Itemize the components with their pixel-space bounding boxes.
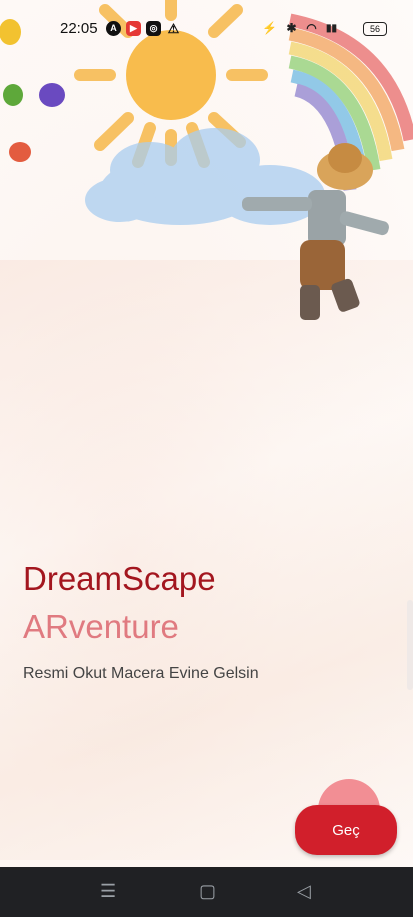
warning-icon: ⚠ bbox=[167, 21, 180, 36]
app-title-line1: DreamScape bbox=[23, 560, 216, 597]
bluetooth-icon: ✱ bbox=[286, 21, 297, 35]
battery-indicator: 56 bbox=[363, 22, 387, 36]
video-icon: ▶ bbox=[126, 21, 141, 36]
a-icon: A bbox=[106, 21, 121, 36]
back-icon[interactable]: ◁ bbox=[297, 881, 311, 902]
app-subtitle: Resmi Okut Macera Evine Gelsin bbox=[23, 665, 259, 682]
status-time: 22:05 bbox=[60, 20, 98, 37]
wifi-icon: ◠ bbox=[306, 21, 317, 35]
app-title-line2: ARventure bbox=[23, 608, 179, 645]
app-screen: 22:05 A ▶ ◎ ⚠ ⚡ ✱ ◠ ▮▮ 56 DreamScape ARv… bbox=[0, 0, 413, 917]
home-icon[interactable]: ▢ bbox=[199, 881, 216, 902]
header-illustration bbox=[0, 0, 413, 320]
system-nav-bar: ☰ ▢ ◁ bbox=[0, 867, 413, 917]
status-bar: 22:05 A ▶ ◎ ⚠ ⚡ ✱ ◠ ▮▮ 56 bbox=[0, 16, 413, 46]
vibrate-icon: ⚡ bbox=[262, 21, 277, 35]
instagram-icon: ◎ bbox=[146, 21, 161, 36]
menu-icon[interactable]: ☰ bbox=[100, 881, 116, 902]
signal-icon: ▮▮ bbox=[325, 23, 337, 34]
edge-panel-handle[interactable] bbox=[407, 600, 413, 690]
skip-button[interactable]: Geç bbox=[295, 805, 397, 855]
